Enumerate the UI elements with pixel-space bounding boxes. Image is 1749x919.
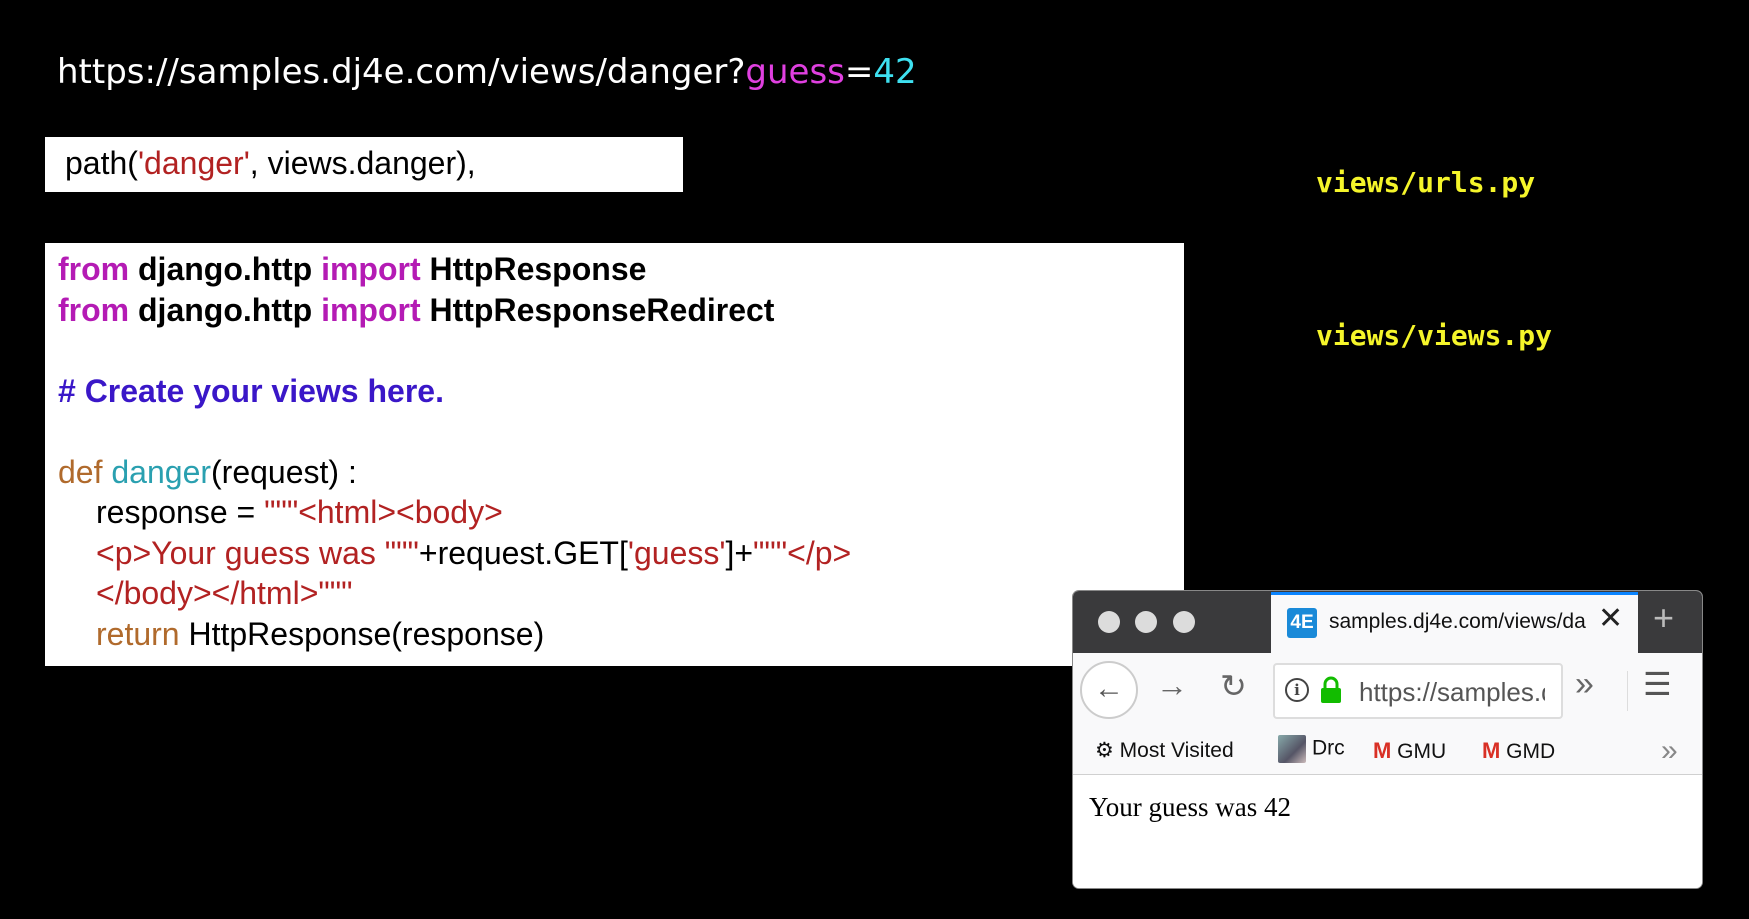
views-file-label: views/views.py (1316, 319, 1553, 352)
url-equals: = (844, 52, 874, 92)
tab-title: samples.dj4e.com/views/danger (1329, 610, 1586, 633)
info-icon[interactable]: i (1285, 678, 1309, 702)
tab-favicon-icon: 4E (1287, 608, 1317, 638)
address-bar[interactable]: i https://samples.dj4e.com/views/danger?… (1273, 663, 1563, 719)
path-call: path( (65, 145, 138, 181)
overflow-chevron-icon[interactable]: » (1575, 665, 1594, 704)
bookmark-drc[interactable]: Drc (1278, 735, 1345, 763)
request-url: https://samples.dj4e.com/views/danger?gu… (57, 52, 917, 92)
function-args: (request) : (211, 453, 357, 490)
url-base: https://samples.dj4e.com/views/danger? (57, 52, 746, 92)
p-string: <p>Your guess was """ (96, 534, 419, 571)
concat-plus: ]+ (725, 534, 754, 571)
import-name: HttpResponse (420, 251, 647, 287)
code-comment: # Create your views here. (58, 372, 444, 409)
page-content: Your guess was 42 (1073, 775, 1702, 888)
import-name: HttpResponseRedirect (420, 291, 775, 328)
address-bar-url: https://samples.dj4e.com/views/danger?gu… (1359, 677, 1545, 707)
browser-navbar: ← → ↻ i https://samples.dj4e.com/views/d… (1073, 653, 1702, 728)
browser-window: 4E samples.dj4e.com/views/danger ✕ + ← →… (1073, 591, 1702, 888)
new-tab-icon[interactable]: + (1653, 597, 1674, 639)
forward-icon[interactable]: → (1156, 667, 1188, 704)
kw-from: from (58, 251, 130, 287)
route-string: 'danger' (137, 145, 250, 181)
urls-file-label: views/urls.py (1316, 166, 1536, 199)
bookmark-label: GMD (1506, 740, 1556, 763)
browser-tab[interactable]: 4E samples.dj4e.com/views/danger ✕ (1271, 592, 1638, 653)
toolbar-divider (1627, 671, 1628, 711)
kw-import: import (321, 291, 421, 328)
page-body-text: Your guess was 42 (1089, 792, 1292, 822)
kw-return: return (96, 615, 180, 652)
urls-code-box: path('danger', views.danger), (45, 137, 683, 192)
kw-from: from (58, 291, 130, 328)
code-line-end-html: </body></html>""" (96, 575, 353, 611)
bookmarks-overflow-icon[interactable]: » (1661, 734, 1678, 768)
kw-import: import (321, 251, 421, 287)
html-string-open: """<html><body> (264, 494, 503, 530)
code-line-def: def danger(request) : (58, 452, 1184, 493)
bookmark-most-visited[interactable]: ⚙ Most Visited (1095, 738, 1234, 763)
kw-def: def (58, 453, 103, 490)
bookmarks-toolbar: ⚙ Most Visited Drc M GMU M GMD » (1073, 728, 1702, 775)
maximize-window-button[interactable] (1173, 611, 1195, 633)
reload-icon[interactable]: ↻ (1220, 667, 1247, 705)
guess-key: 'guess' (627, 534, 726, 571)
function-name: danger (111, 453, 212, 490)
lock-icon (1321, 676, 1341, 703)
gmail-icon: M (1482, 738, 1501, 763)
bookmark-gmu[interactable]: M GMU (1373, 738, 1446, 764)
url-param-value: 42 (873, 52, 917, 92)
bookmark-gmd[interactable]: M GMD (1482, 738, 1555, 764)
code-line-return: return HttpResponse(response) (58, 614, 1184, 655)
concat-get: +request.GET[ (418, 534, 628, 571)
response-assign: response = (96, 494, 265, 530)
back-icon[interactable]: ← (1080, 661, 1138, 719)
tab-close-icon[interactable]: ✕ (1598, 601, 1623, 636)
avatar-icon (1278, 735, 1306, 763)
url-param-name: guess (745, 52, 845, 92)
return-expr: HttpResponse(response) (179, 615, 545, 652)
close-window-button[interactable] (1098, 611, 1120, 633)
code-line-response: response = """<html><body> (58, 492, 1184, 533)
gmail-icon: M (1373, 738, 1392, 763)
module-name: django.http (129, 291, 322, 328)
bookmark-label: Most Visited (1119, 739, 1234, 762)
gear-icon: ⚙ (1095, 739, 1114, 762)
views-code-box: from django.http import HttpResponse fro… (45, 243, 1184, 666)
module-name: django.http (129, 251, 322, 287)
menu-icon[interactable]: ☰ (1643, 665, 1672, 703)
close-p-string: """</p> (753, 534, 852, 571)
code-line-p: <p>Your guess was """+request.GET['guess… (58, 533, 1184, 574)
bookmark-label: GMU (1397, 740, 1447, 763)
code-line-import-1: from django.http import HttpResponse (58, 249, 1184, 290)
path-view: , views.danger), (249, 145, 476, 181)
browser-titlebar: 4E samples.dj4e.com/views/danger ✕ + (1073, 591, 1702, 653)
minimize-window-button[interactable] (1135, 611, 1157, 633)
bookmark-label: Drc (1312, 736, 1345, 760)
code-line-import-2: from django.http import HttpResponseRedi… (58, 290, 1184, 331)
